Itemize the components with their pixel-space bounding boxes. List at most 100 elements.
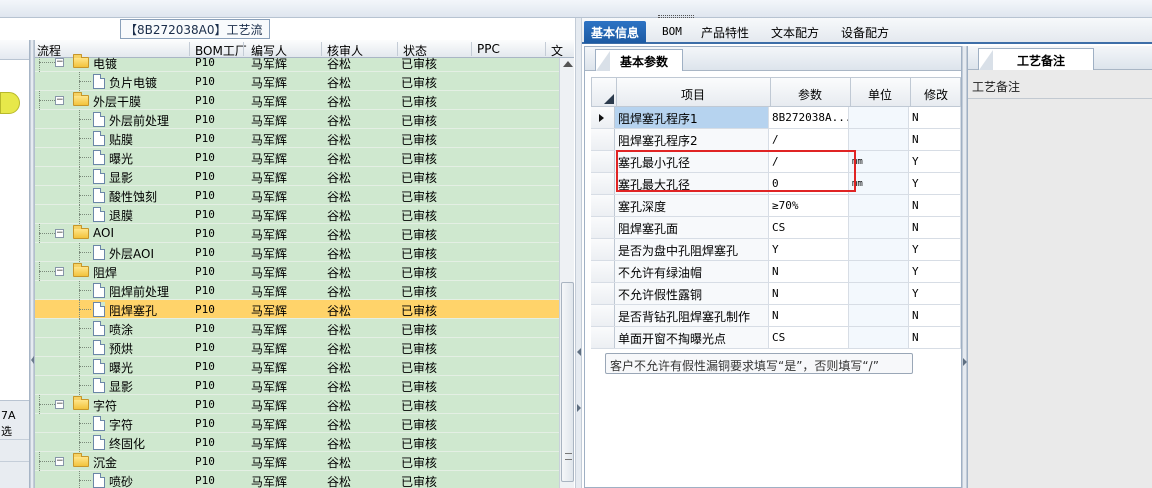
param-cell-unit[interactable] bbox=[849, 283, 909, 304]
param-cell-value[interactable]: N bbox=[769, 283, 849, 304]
tree-row[interactable]: 阻焊前处理 P10 马军辉 谷松 已审核 bbox=[35, 281, 559, 300]
row-indicator[interactable] bbox=[591, 305, 615, 326]
param-row[interactable]: 是否背钻孔阻焊塞孔制作 N N bbox=[591, 305, 961, 327]
tree-row[interactable]: 字符 P10 马军辉 谷松 已审核 bbox=[35, 414, 559, 433]
param-cell-modify[interactable]: N bbox=[909, 327, 961, 348]
param-cell-unit[interactable]: mm bbox=[849, 173, 909, 194]
param-row[interactable]: 不允许假性露铜 N Y bbox=[591, 283, 961, 305]
tree-row[interactable]: 酸性蚀刻 P10 马军辉 谷松 已审核 bbox=[35, 186, 559, 205]
tree-row[interactable]: 退膜 P10 马军辉 谷松 已审核 bbox=[35, 205, 559, 224]
col-header-param[interactable]: 参数 bbox=[770, 86, 850, 103]
param-cell-modify[interactable]: Y bbox=[909, 261, 961, 282]
tree-row[interactable]: − 沉金 P10 马军辉 谷松 已审核 bbox=[35, 452, 559, 471]
param-cell-unit[interactable] bbox=[849, 261, 909, 282]
tab-text-recipe[interactable]: 文本配方 bbox=[764, 21, 826, 43]
param-cell-item[interactable]: 是否为盘中孔阻焊塞孔 bbox=[615, 239, 769, 260]
collapse-toggle-icon[interactable]: − bbox=[55, 457, 64, 466]
param-cell-item[interactable]: 单面开窗不掏曝光点 bbox=[615, 327, 769, 348]
row-indicator[interactable] bbox=[591, 129, 615, 150]
tree-row[interactable]: 外层AOI P10 马军辉 谷松 已审核 bbox=[35, 243, 559, 262]
row-indicator[interactable] bbox=[591, 261, 615, 282]
param-row[interactable]: 阻焊塞孔程序2/ N bbox=[591, 129, 961, 151]
tree-row[interactable]: − AOI P10 马军辉 谷松 已审核 bbox=[35, 224, 559, 243]
tree-row[interactable]: − 外层干膜 P10 马军辉 谷松 已审核 bbox=[35, 91, 559, 110]
param-row[interactable]: 塞孔深度 ≥70% N bbox=[591, 195, 961, 217]
param-cell-unit[interactable] bbox=[849, 195, 909, 216]
tree-row[interactable]: 负片电镀 P10 马军辉 谷松 已审核 bbox=[35, 72, 559, 91]
tree-row[interactable]: 喷砂 P10 马军辉 谷松 已审核 bbox=[35, 471, 559, 488]
param-cell-value[interactable]: ≥70% bbox=[769, 195, 849, 216]
tree-row[interactable]: 外层前处理 P10 马军辉 谷松 已审核 bbox=[35, 110, 559, 129]
collapse-toggle-icon[interactable]: − bbox=[55, 96, 64, 105]
param-cell-modify[interactable]: Y bbox=[909, 283, 961, 304]
param-cell-value[interactable]: 8B272038A... bbox=[769, 107, 849, 128]
param-cell-unit[interactable] bbox=[849, 305, 909, 326]
collapse-toggle-icon[interactable]: − bbox=[55, 58, 64, 67]
param-cell-item[interactable]: 阻焊塞孔面 bbox=[615, 217, 769, 238]
tree-row[interactable]: 曝光 P10 马军辉 谷松 已审核 bbox=[35, 357, 559, 376]
tree-row[interactable]: 喷涂 P10 马军辉 谷松 已审核 bbox=[35, 319, 559, 338]
row-indicator[interactable] bbox=[591, 217, 615, 238]
tree-row[interactable]: − 字符 P10 马军辉 谷松 已审核 bbox=[35, 395, 559, 414]
param-cell-modify[interactable]: Y bbox=[909, 151, 961, 172]
tree-row[interactable]: − 阻焊 P10 马军辉 谷松 已审核 bbox=[35, 262, 559, 281]
param-cell-unit[interactable] bbox=[849, 129, 909, 150]
param-cell-modify[interactable]: Y bbox=[909, 173, 961, 194]
param-cell-unit[interactable] bbox=[849, 239, 909, 260]
tree-row[interactable]: 曝光 P10 马军辉 谷松 已审核 bbox=[35, 148, 559, 167]
param-cell-unit[interactable] bbox=[849, 327, 909, 348]
col-header-modify[interactable]: 修改 bbox=[910, 86, 962, 103]
scroll-thumb[interactable] bbox=[561, 282, 574, 482]
tree-row[interactable]: 预烘 P10 马军辉 谷松 已审核 bbox=[35, 338, 559, 357]
tree-row[interactable]: 显影 P10 马军辉 谷松 已审核 bbox=[35, 376, 559, 395]
param-row[interactable]: 阻焊塞孔面 CS N bbox=[591, 217, 961, 239]
param-cell-value[interactable]: CS bbox=[769, 327, 849, 348]
col-header-unit[interactable]: 单位 bbox=[850, 86, 910, 103]
param-row[interactable]: 单面开窗不掏曝光点 CS N bbox=[591, 327, 961, 349]
tab-product-features[interactable]: 产品特性 bbox=[694, 21, 756, 43]
row-indicator[interactable] bbox=[591, 151, 615, 172]
tab-basic-params[interactable]: 基本参数 bbox=[595, 49, 684, 71]
tree-row[interactable]: 贴膜 P10 马军辉 谷松 已审核 bbox=[35, 129, 559, 148]
param-cell-item[interactable]: 塞孔深度 bbox=[615, 195, 769, 216]
row-indicator[interactable] bbox=[591, 195, 615, 216]
drag-handle-icon[interactable] bbox=[658, 15, 694, 18]
param-cell-item[interactable]: 不允许有绿油帽 bbox=[615, 261, 769, 282]
collapse-toggle-icon[interactable]: − bbox=[55, 400, 64, 409]
param-cell-unit[interactable]: mm bbox=[849, 151, 909, 172]
tree-vertical-scrollbar[interactable] bbox=[559, 58, 574, 488]
param-cell-modify[interactable]: N bbox=[909, 305, 961, 326]
param-cell-unit[interactable] bbox=[849, 217, 909, 238]
tab-basic-info[interactable]: 基本信息 bbox=[584, 21, 647, 43]
collapse-toggle-icon[interactable]: − bbox=[55, 267, 64, 276]
param-cell-modify[interactable]: N bbox=[909, 107, 961, 128]
param-cell-modify[interactable]: N bbox=[909, 195, 961, 216]
param-cell-item[interactable]: 是否背钻孔阻焊塞孔制作 bbox=[615, 305, 769, 326]
param-cell-value[interactable]: CS bbox=[769, 217, 849, 238]
row-indicator[interactable] bbox=[591, 173, 615, 194]
param-row[interactable]: 不允许有绿油帽 N Y bbox=[591, 261, 961, 283]
tab-process-notes[interactable]: 工艺备注 bbox=[978, 48, 1095, 70]
tree-row[interactable]: 阻焊塞孔 P10 马军辉 谷松 已审核 bbox=[35, 300, 559, 319]
param-cell-value[interactable]: N bbox=[769, 261, 849, 282]
row-indicator[interactable] bbox=[591, 239, 615, 260]
param-cell-unit[interactable] bbox=[849, 107, 909, 128]
tree-row[interactable]: 终固化 P10 马军辉 谷松 已审核 bbox=[35, 433, 559, 452]
row-indicator[interactable] bbox=[591, 283, 615, 304]
middle-splitter[interactable] bbox=[575, 18, 582, 488]
param-cell-value[interactable]: Y bbox=[769, 239, 849, 260]
tab-bom[interactable]: BOM bbox=[655, 21, 689, 43]
param-cell-item[interactable]: 阻焊塞孔程序1 bbox=[615, 107, 769, 128]
param-cell-value[interactable]: / bbox=[769, 129, 849, 150]
param-cell-item[interactable]: 阻焊塞孔程序2 bbox=[615, 129, 769, 150]
row-indicator[interactable] bbox=[591, 107, 615, 128]
param-cell-item[interactable]: 不允许假性露铜 bbox=[615, 283, 769, 304]
tab-equipment-recipe[interactable]: 设备配方 bbox=[834, 21, 896, 43]
collapse-toggle-icon[interactable]: − bbox=[55, 229, 64, 238]
col-header-item[interactable]: 项目 bbox=[616, 86, 770, 103]
param-row[interactable]: 阻焊塞孔程序1 8B272038A... N bbox=[591, 107, 961, 129]
process-tree-grid[interactable]: 流程 BOM工厂 编写人 核审人 状态 PPC 文 − 电镀 P10 马军辉 谷松 已审核… bbox=[34, 40, 574, 488]
param-cell-modify[interactable]: Y bbox=[909, 239, 961, 260]
row-indicator[interactable] bbox=[591, 327, 615, 348]
tree-row[interactable]: − 电镀 P10 马军辉 谷松 已审核 bbox=[35, 53, 559, 72]
